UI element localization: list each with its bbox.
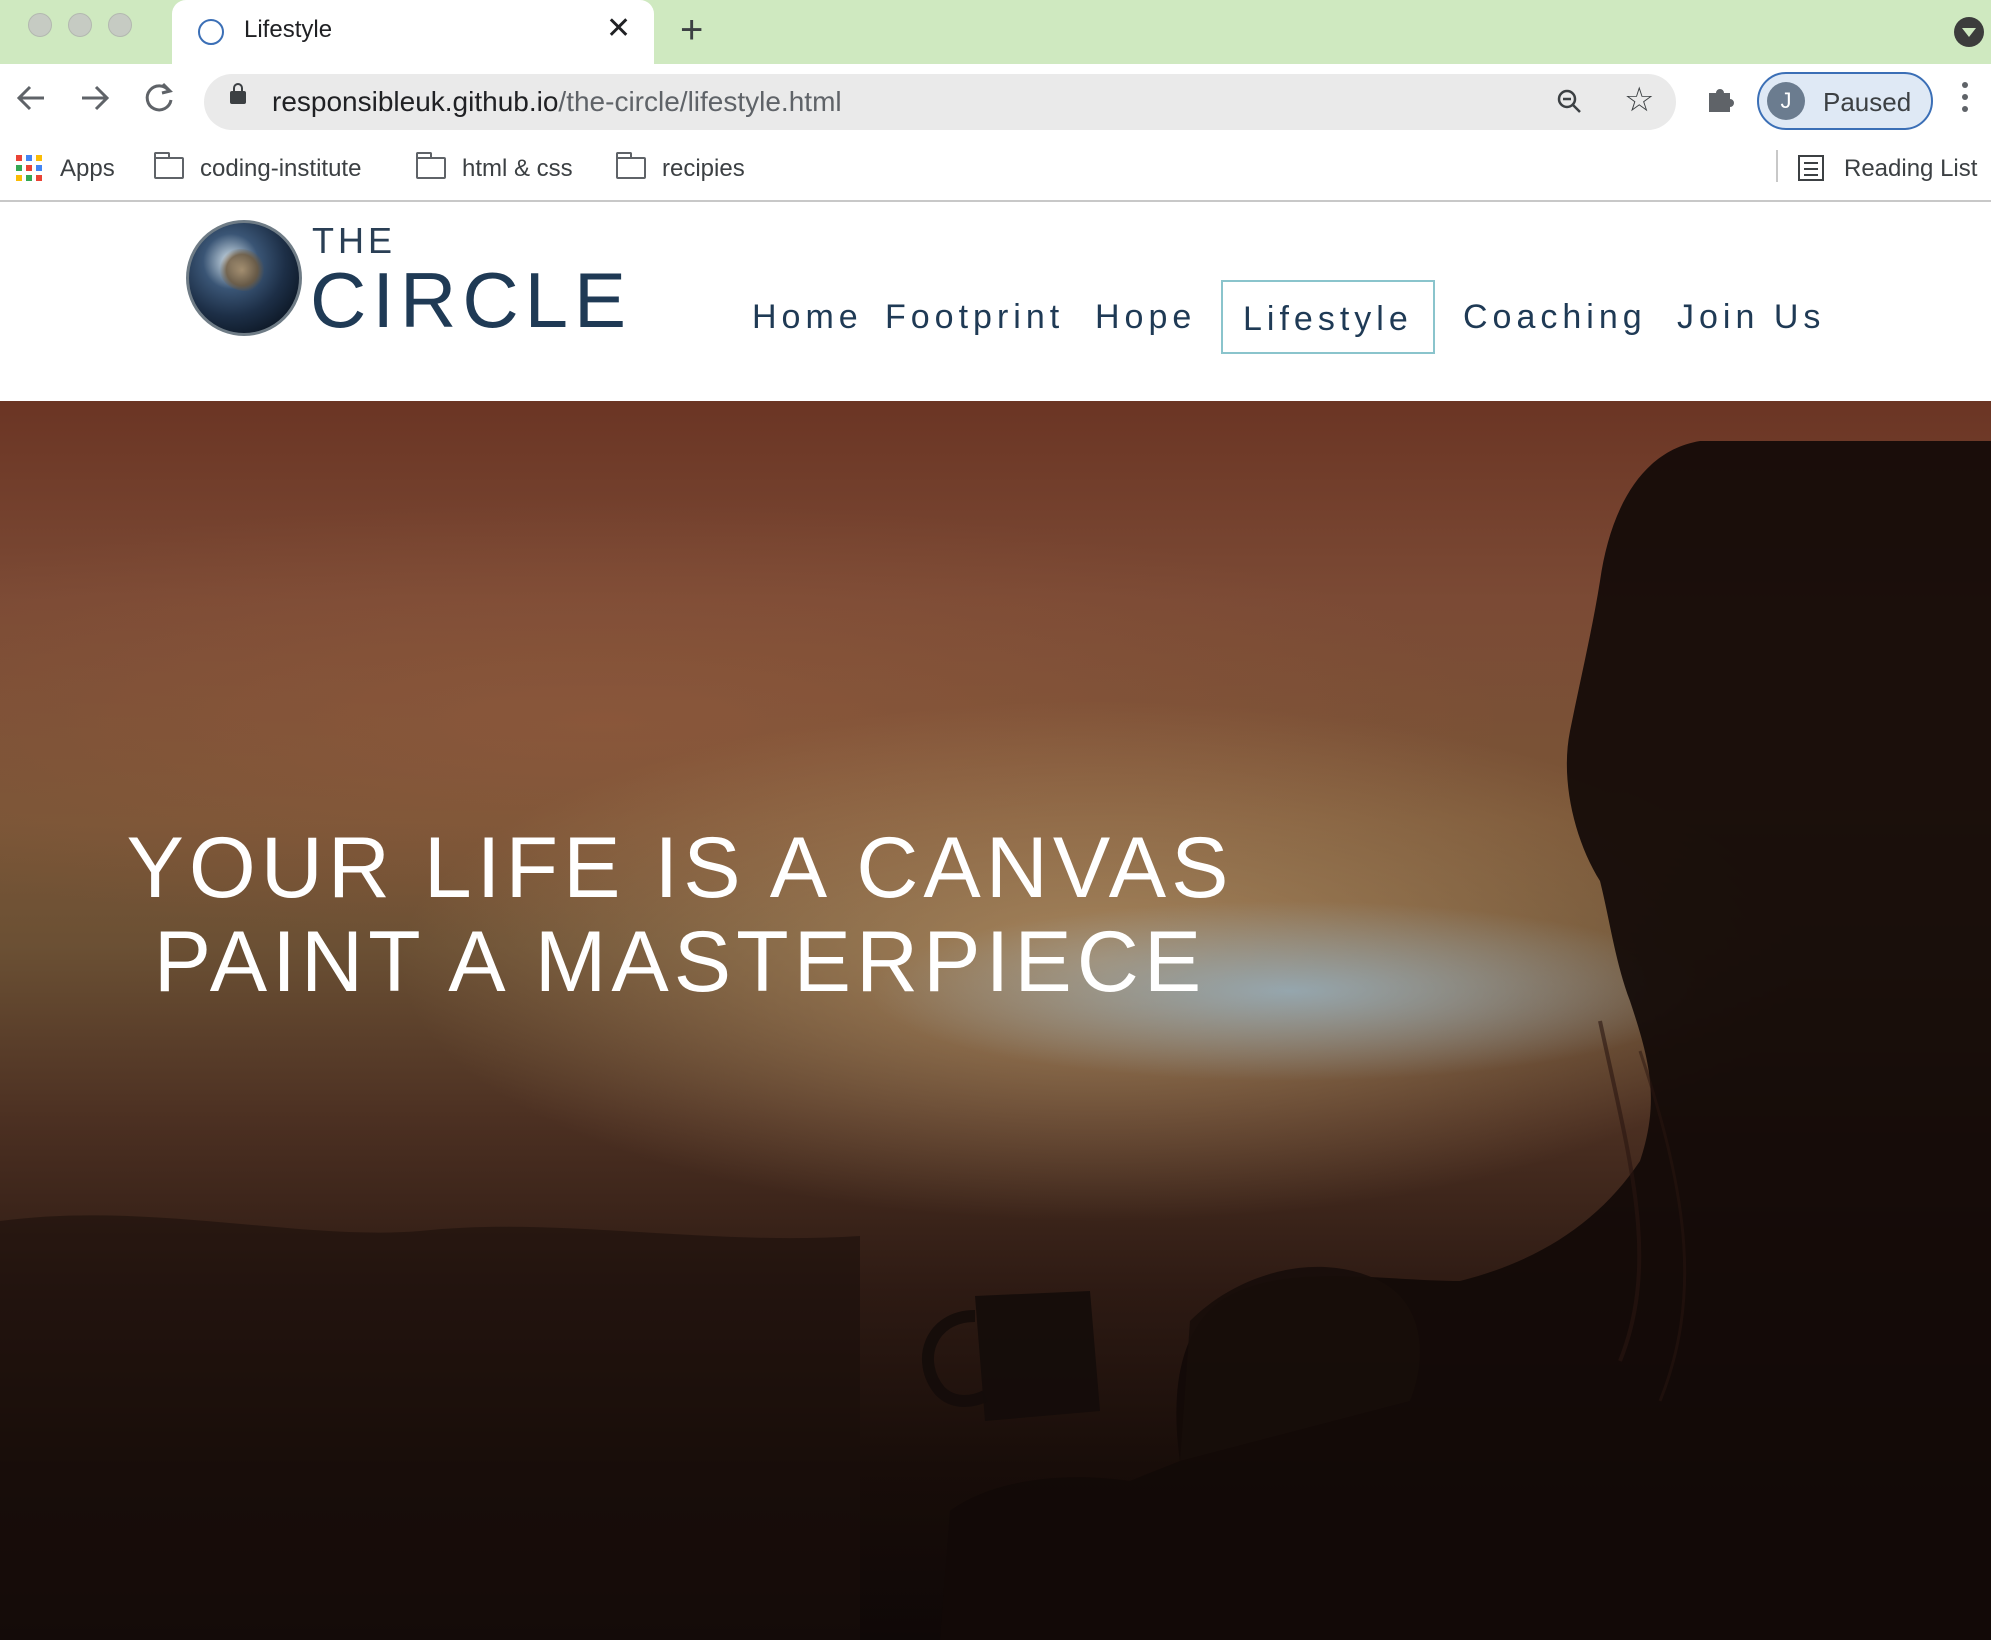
url-path: /the-circle/lifestyle.html [558, 86, 842, 117]
window-minimize-dot[interactable] [68, 13, 92, 37]
nav-hope[interactable]: Hope [1095, 280, 1196, 354]
browser-menu-icon[interactable] [1962, 82, 1968, 116]
earth-globe-icon [186, 220, 302, 336]
hero-headline: YOUR LIFE IS A CANVAS PAINT A MASTERPIEC… [120, 821, 1240, 1009]
folder-icon [416, 151, 446, 179]
avatar: J [1767, 82, 1805, 120]
bookmarks-divider [1776, 150, 1778, 182]
back-arrow-icon[interactable] [14, 78, 48, 127]
url-host: responsibleuk.github.io [272, 86, 559, 117]
hero-banner: YOUR LIFE IS A CANVAS PAINT A MASTERPIEC… [0, 401, 1991, 1640]
bookmark-html-css[interactable]: html & css [416, 151, 573, 186]
hero-line-2: PAINT A MASTERPIECE [153, 914, 1207, 1010]
logo-circle-text: CIRCLE [310, 256, 633, 344]
tab-search-dropdown-icon[interactable] [1954, 17, 1984, 47]
url-text[interactable]: responsibleuk.github.io/the-circle/lifes… [272, 86, 842, 118]
nav-home[interactable]: Home [752, 280, 863, 354]
tab-favicon-icon [198, 19, 224, 45]
forward-arrow-icon[interactable] [78, 78, 112, 127]
apps-grid-icon [16, 154, 42, 181]
site-logo[interactable]: THE CIRCLE [186, 216, 626, 340]
profile-status: Paused [1823, 87, 1912, 117]
browser-toolbar: responsibleuk.github.io/the-circle/lifes… [0, 64, 1991, 140]
lock-icon[interactable] [230, 83, 246, 104]
site-header: THE CIRCLE Home Footprint Hope Lifestyle… [0, 202, 1991, 401]
folder-icon [154, 151, 184, 179]
bookmark-label: coding-institute [200, 155, 362, 182]
bookmark-recipies[interactable]: recipies [616, 151, 745, 186]
window-zoom-dot[interactable] [108, 13, 132, 37]
nav-join-us[interactable]: Join Us [1677, 280, 1825, 354]
bookmark-apps[interactable]: Apps [16, 152, 115, 186]
hero-line-1: YOUR LIFE IS A CANVAS [126, 820, 1234, 916]
window-close-dot[interactable] [28, 13, 52, 37]
woman-silhouette-image [0, 441, 1991, 1640]
profile-button[interactable]: J Paused [1757, 72, 1933, 130]
nav-lifestyle[interactable]: Lifestyle [1221, 280, 1435, 354]
bookmark-label: Apps [60, 155, 115, 182]
bookmark-coding-institute[interactable]: coding-institute [154, 151, 362, 186]
reading-list-label: Reading List [1844, 155, 1978, 182]
new-tab-plus-icon[interactable]: + [680, 10, 703, 50]
browser-tabstrip: Lifestyle ✕ + [0, 0, 1991, 64]
tab-title: Lifestyle [244, 16, 333, 43]
nav-footprint[interactable]: Footprint [885, 280, 1064, 354]
nav-coaching[interactable]: Coaching [1463, 280, 1647, 354]
reload-icon[interactable] [142, 78, 176, 127]
reading-list-icon [1798, 154, 1824, 181]
bookmarks-bar: Apps coding-institute html & css recipie… [0, 140, 1991, 202]
folder-icon [616, 151, 646, 179]
bookmark-label: recipies [662, 155, 745, 182]
tab-close-icon[interactable]: ✕ [606, 14, 631, 44]
address-bar[interactable]: responsibleuk.github.io/the-circle/lifes… [204, 74, 1676, 130]
extensions-puzzle-icon[interactable] [1706, 84, 1736, 114]
active-tab[interactable]: Lifestyle ✕ [172, 0, 654, 64]
bookmark-label: html & css [462, 155, 573, 182]
bookmark-star-icon[interactable]: ☆ [1624, 82, 1654, 118]
zoom-out-icon[interactable] [1556, 88, 1582, 114]
reading-list-button[interactable]: Reading List [1798, 152, 1977, 186]
